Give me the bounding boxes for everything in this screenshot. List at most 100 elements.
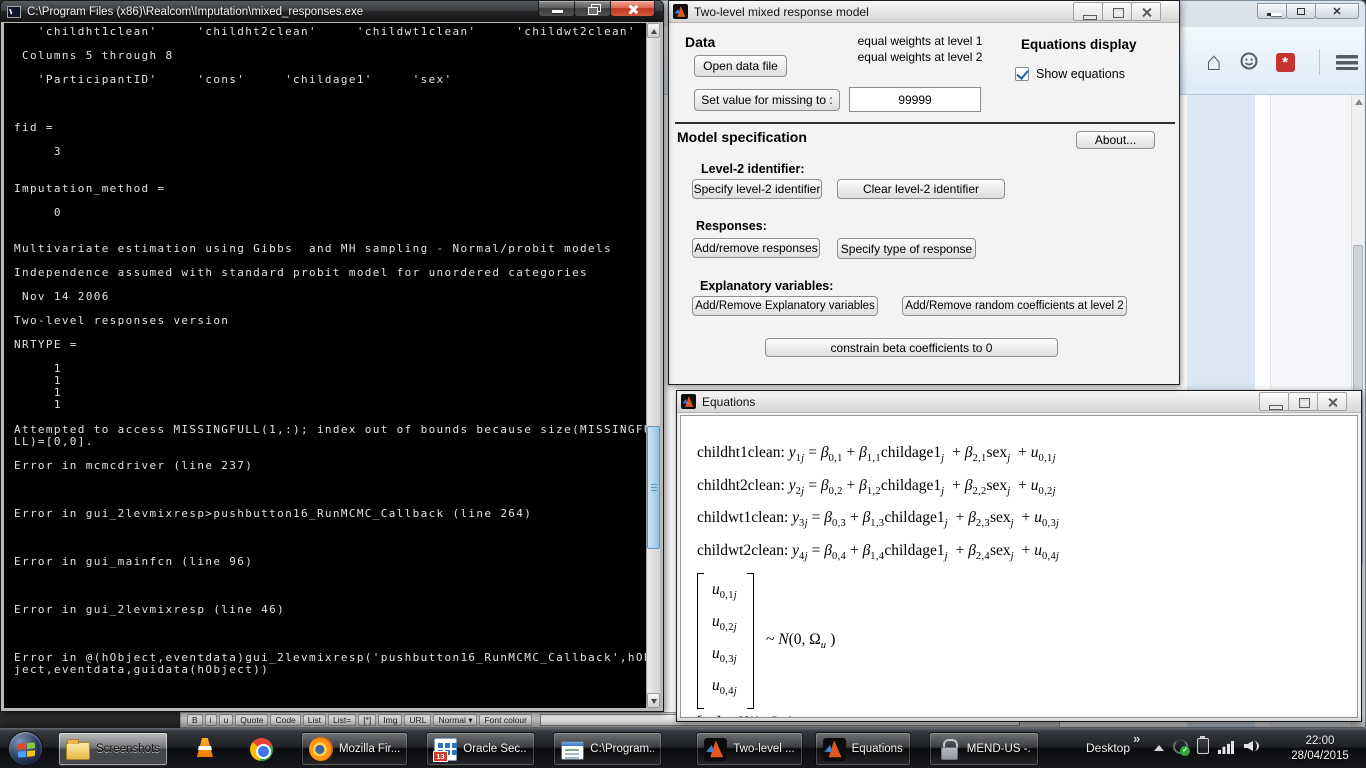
maximize-icon[interactable] [1102, 2, 1132, 21]
taskbar-button-matlab[interactable]: Equations [815, 732, 911, 766]
show-equations-checkbox[interactable] [1015, 67, 1029, 81]
minimize-icon[interactable] [1073, 2, 1103, 21]
dialog-title: Two-level mixed response model [694, 5, 869, 19]
taskbar-button-matlab[interactable]: Two-level ... [696, 732, 802, 766]
editor-button[interactable]: Img [378, 714, 402, 726]
constrain-beta-button[interactable]: constrain beta coefficients to 0 [765, 338, 1058, 357]
home-icon[interactable] [1206, 50, 1222, 75]
console-title-bar[interactable]: C:\Program Files (x86)\Realcom\Imputatio… [1, 1, 663, 22]
editor-button[interactable]: B [187, 714, 203, 726]
vlc-icon [194, 738, 216, 760]
chrome-icon [250, 738, 273, 761]
specify-level2-button[interactable]: Specify level-2 identifier [692, 179, 822, 199]
close-icon[interactable] [1317, 392, 1347, 411]
u-vector-item: u0,3j [712, 641, 737, 673]
matlab-icon [823, 738, 846, 761]
u-vector-item: u0,4j [712, 673, 737, 705]
equation-row: childwt2clean: y4j = β0,4 + β1,4childage… [697, 538, 1357, 571]
volume-icon[interactable] [1244, 739, 1261, 753]
close-icon[interactable]: ✕ [1315, 3, 1359, 19]
editor-button[interactable]: Code [270, 714, 300, 726]
right-bracket [747, 573, 754, 709]
equations-list: childht1clean: y1j = β0,1 + β1,1childage… [697, 440, 1357, 570]
time: 22:00 [1280, 734, 1360, 749]
add-remove-responses-button[interactable]: Add/remove responses [692, 238, 820, 258]
add-random-coefficients-button[interactable]: Add/Remove random coefficients at level … [902, 296, 1127, 316]
editor-button[interactable]: Normal ▾ [433, 714, 477, 726]
add-explanatory-button[interactable]: Add/Remove Explanatory variables [692, 296, 878, 316]
weights-level2-text: equal weights at level 2 [852, 49, 988, 65]
show-equations-label: Show equations [1036, 67, 1125, 81]
u-vector-item: u0,2j [712, 609, 737, 641]
editor-button[interactable]: URL [404, 714, 431, 726]
clock[interactable]: 22:00 28/04/2015 [1280, 734, 1360, 764]
taskbar-button-lock[interactable]: MEND-US -... [929, 732, 1039, 766]
about-button[interactable]: About... [1076, 131, 1155, 149]
editor-button[interactable]: List= [328, 714, 356, 726]
editor-button[interactable]: i [205, 714, 217, 726]
console-window-title: C:\Program Files (x86)\Realcom\Imputatio… [27, 6, 363, 18]
equations-window: Equations childht1clean: y1j = β0,1 + β1… [676, 390, 1362, 722]
matlab-icon [704, 738, 727, 761]
taskbar-button-chrome[interactable] [244, 732, 279, 766]
restore-icon[interactable] [1286, 3, 1316, 19]
close-icon[interactable] [610, 1, 655, 17]
notification-badge: 13 [433, 751, 447, 762]
editor-button[interactable]: Quote [235, 714, 268, 726]
missing-value-input[interactable]: 99999 [849, 87, 981, 112]
desktop-toolbar-label[interactable]: Desktop [1086, 741, 1130, 755]
chat-smiley-icon[interactable] [1238, 51, 1260, 73]
scroll-down-icon[interactable] [647, 693, 660, 708]
scrollbar-thumb[interactable] [647, 426, 660, 549]
taskbar-label: MEND-US -... [967, 743, 1031, 755]
console-scrollbar[interactable] [646, 23, 660, 708]
set-missing-value-button[interactable]: Set value for missing to : [694, 89, 840, 111]
u-distribution: ~ N(0, Ωu ) [766, 631, 835, 651]
console-window: C:\Program Files (x86)\Realcom\Imputatio… [0, 0, 664, 712]
scroll-up-icon[interactable] [647, 23, 660, 38]
responses-label: Responses: [696, 219, 767, 233]
specify-response-type-button[interactable]: Specify type of response [837, 238, 976, 259]
console-output: 'childht1clean' 'childht2clean' 'childwt… [4, 23, 660, 708]
clipboard-icon[interactable] [1197, 738, 1209, 754]
taskbar-label: C:\Program... [590, 743, 654, 755]
taskbar-button-firefox[interactable]: Mozilla Fir... [301, 732, 408, 766]
taskbar-button-oracle[interactable]: 13 Oracle Sec... [426, 732, 535, 766]
taskbar: Screenshots Mozilla Fir... 13 Oracle Sec...… [0, 728, 1366, 768]
explanatory-variables-label: Explanatory variables: [700, 279, 833, 293]
system-tray [1154, 738, 1261, 754]
matlab-icon [673, 4, 688, 19]
editor-button[interactable]: [*] [358, 714, 376, 726]
equations-window-title: Equations [702, 395, 755, 409]
editor-button[interactable]: Font colour [479, 714, 532, 726]
editor-toolbar-buttons: BiuQuoteCodeListList=[*]ImgURLNormal ▾Fo… [187, 714, 532, 726]
minimize-icon[interactable] [1257, 3, 1287, 19]
menu-icon[interactable] [1336, 55, 1358, 70]
matlab-icon [681, 394, 696, 409]
firefox-icon [309, 737, 333, 761]
taskbar-button-folder[interactable]: Screenshots [58, 732, 168, 766]
console-icon [561, 741, 584, 760]
network-icon[interactable] [1218, 741, 1235, 754]
editor-button[interactable]: List [303, 714, 326, 726]
taskbar-button-vlc[interactable] [188, 732, 222, 766]
minimize-icon[interactable] [538, 1, 575, 17]
model-dialog-window: Two-level mixed response model Data equa… [668, 0, 1180, 385]
scroll-up-icon[interactable] [1355, 99, 1363, 105]
chevron-icon[interactable]: » [1133, 731, 1140, 746]
hidden-icons-arrow-icon[interactable] [1154, 745, 1164, 751]
maximize-icon[interactable] [1288, 392, 1318, 411]
taskbar-label: Oracle Sec... [463, 743, 527, 755]
close-icon[interactable] [1131, 2, 1161, 21]
equations-content: childht1clean: y1j = β0,1 + β1,1childage… [680, 415, 1358, 718]
open-data-file-button[interactable]: Open data file [694, 55, 787, 77]
start-button[interactable] [8, 731, 43, 766]
data-section-heading: Data [685, 34, 715, 50]
taskbar-button-console[interactable]: C:\Program... [553, 732, 662, 766]
clear-level2-button[interactable]: Clear level-2 identifier [837, 179, 1005, 199]
restore-icon[interactable] [574, 1, 611, 17]
minimize-icon[interactable] [1259, 392, 1289, 411]
sync-icon[interactable] [1173, 739, 1188, 754]
editor-button[interactable]: u [219, 714, 234, 726]
lastpass-icon[interactable]: * [1276, 53, 1295, 72]
